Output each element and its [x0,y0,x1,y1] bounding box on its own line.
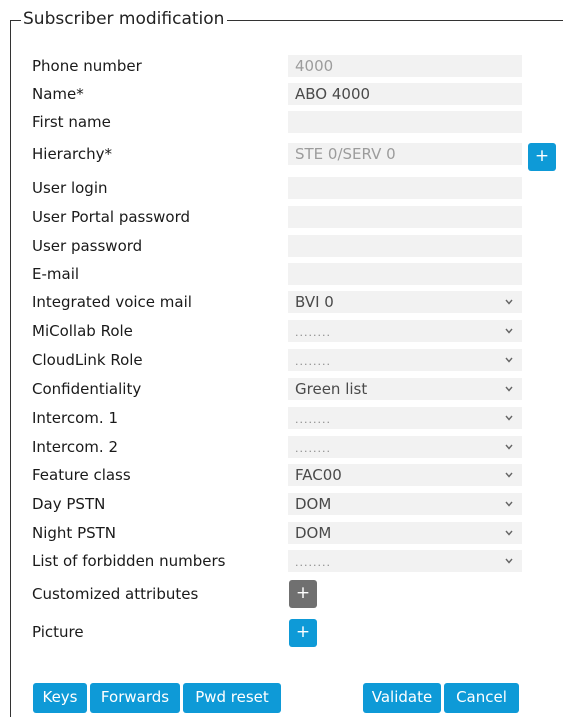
forbidden-numbers-select[interactable]: ........ [288,550,522,572]
feature-class-label: Feature class [32,466,131,484]
plus-icon: + [534,146,550,166]
day-pstn-label: Day PSTN [32,495,106,513]
add-hierarchy-button[interactable]: + [528,143,556,171]
user-password-field[interactable] [288,235,522,257]
portal-password-label: User Portal password [32,208,191,226]
voice-mail-value: BVI 0 [295,293,334,311]
feature-class-select[interactable]: FAC00 [288,464,522,486]
email-field[interactable] [288,263,522,285]
first-name-field[interactable] [288,111,522,133]
night-pstn-value: DOM [295,524,332,542]
day-pstn-select[interactable]: DOM [288,493,522,515]
intercom2-select[interactable]: ........ [288,436,522,458]
forbidden-numbers-label: List of forbidden numbers [32,552,226,570]
add-custom-attribute-button[interactable]: + [289,580,317,608]
voice-mail-label: Integrated voice mail [32,293,192,311]
intercom1-value: ........ [295,413,331,426]
micollab-role-label: MiCollab Role [32,322,133,340]
plus-icon: + [295,622,311,642]
portal-password-field[interactable] [288,206,522,228]
cancel-button[interactable]: Cancel [444,683,519,713]
pwd-reset-button[interactable]: Pwd reset [183,683,281,713]
micollab-role-select[interactable]: ........ [288,320,522,342]
chevron-down-icon [505,530,513,536]
add-picture-button[interactable]: + [289,619,317,647]
phone-number-label: Phone number [32,57,142,75]
plus-icon: + [295,583,311,603]
first-name-label: First name [32,113,111,131]
intercom1-select[interactable]: ........ [288,407,522,429]
user-login-label: User login [32,179,108,197]
forbidden-numbers-value: ........ [295,556,331,569]
intercom1-label: Intercom. 1 [32,409,118,427]
chevron-down-icon [505,472,513,478]
chevron-down-icon [505,501,513,507]
chevron-down-icon [505,386,513,392]
hierarchy-field: STE 0/SERV 0 [288,143,522,165]
email-label: E-mail [32,265,80,283]
intercom2-label: Intercom. 2 [32,438,118,456]
cloudlink-role-value: ........ [295,355,331,368]
chevron-down-icon [505,357,513,363]
day-pstn-value: DOM [295,495,332,513]
validate-button[interactable]: Validate [363,683,441,713]
confidentiality-select[interactable]: Green list [288,378,522,400]
cloudlink-role-select[interactable]: ........ [288,349,522,371]
chevron-down-icon [505,558,513,564]
micollab-role-value: ........ [295,326,331,339]
confidentiality-label: Confidentiality [32,380,142,398]
cloudlink-role-label: CloudLink Role [32,351,143,369]
picture-label: Picture [32,623,84,641]
night-pstn-select[interactable]: DOM [288,522,522,544]
feature-class-value: FAC00 [295,466,342,484]
chevron-down-icon [505,415,513,421]
intercom2-value: ........ [295,442,331,455]
name-label: Name* [32,85,84,103]
chevron-down-icon [505,299,513,305]
night-pstn-label: Night PSTN [32,524,117,542]
forwards-button[interactable]: Forwards [90,683,180,713]
chevron-down-icon [505,328,513,334]
hierarchy-label: Hierarchy* [32,145,113,163]
user-login-field[interactable] [288,177,522,199]
confidentiality-value: Green list [295,380,368,398]
form-title: Subscriber modification [21,7,228,31]
custom-attributes-label: Customized attributes [32,585,199,603]
user-password-label: User password [32,237,143,255]
phone-number-field: 4000 [288,55,522,77]
name-field[interactable]: ABO 4000 [288,83,522,105]
keys-button[interactable]: Keys [33,683,87,713]
voice-mail-select[interactable]: BVI 0 [288,291,522,313]
chevron-down-icon [505,444,513,450]
